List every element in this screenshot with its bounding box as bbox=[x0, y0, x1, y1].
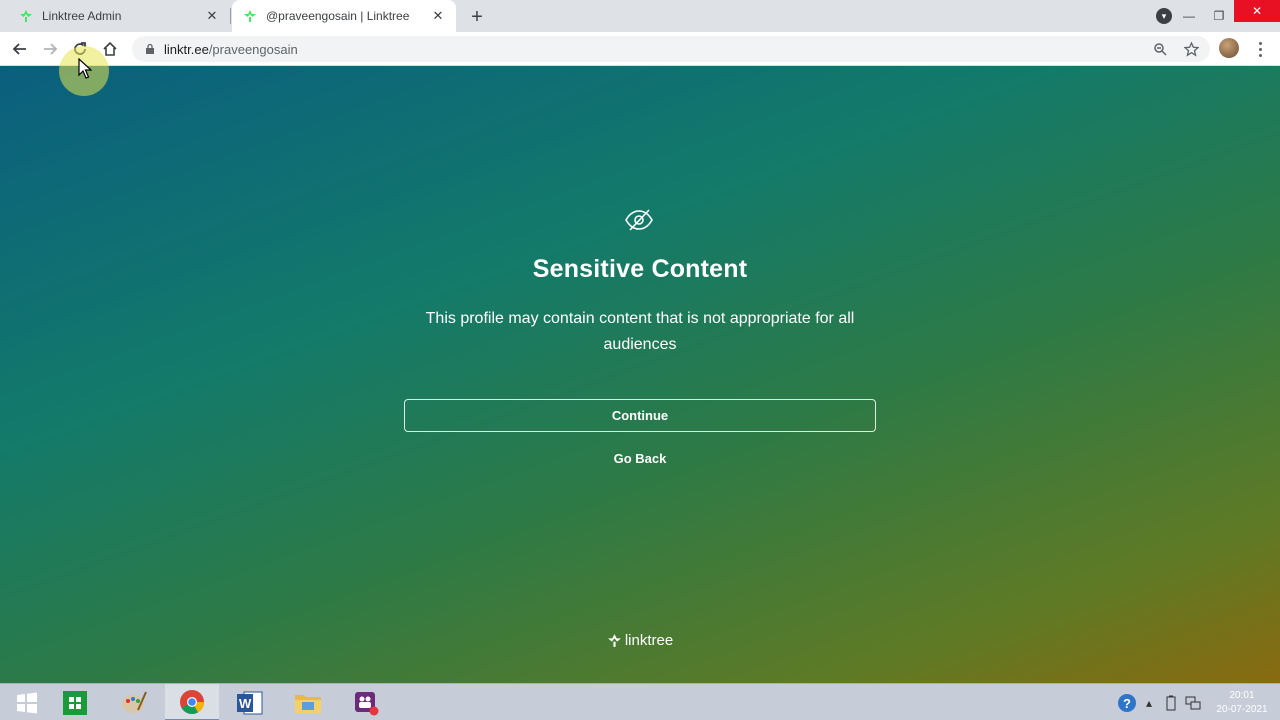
linktree-logo-icon bbox=[607, 634, 621, 647]
mouse-cursor-icon bbox=[78, 58, 92, 79]
back-button[interactable] bbox=[8, 37, 32, 61]
go-back-button[interactable]: Go Back bbox=[580, 448, 700, 468]
close-window-button[interactable]: ✕ bbox=[1234, 0, 1280, 22]
system-tray: ? ▴ 20:01 20-07-2021 bbox=[1116, 684, 1280, 720]
help-icon[interactable]: ? bbox=[1116, 692, 1138, 714]
browser-tab-strip: Linktree Admin ✕ @praveengosain | Linktr… bbox=[0, 0, 1280, 32]
linktree-favicon-icon bbox=[242, 8, 258, 24]
forward-arrow-icon bbox=[44, 43, 58, 55]
brand-text: linktree bbox=[624, 632, 674, 649]
store-icon[interactable] bbox=[48, 684, 102, 720]
tab-search-icon[interactable]: ▾ bbox=[1156, 8, 1172, 24]
minimize-button[interactable]: — bbox=[1174, 0, 1204, 32]
teams-icon[interactable] bbox=[339, 684, 393, 720]
tab-title: Linktree Admin bbox=[42, 9, 122, 23]
back-arrow-icon bbox=[12, 43, 26, 55]
file-explorer-icon[interactable] bbox=[281, 684, 335, 720]
warning-description: This profile may contain content that is… bbox=[425, 310, 855, 353]
paint-icon[interactable] bbox=[107, 684, 161, 720]
clock-time: 20:01 bbox=[1229, 689, 1255, 701]
tab-title: @praveengosain | Linktree bbox=[266, 9, 410, 23]
home-icon bbox=[103, 41, 117, 56]
svg-text:W: W bbox=[239, 696, 252, 711]
show-hidden-icons-icon[interactable]: ▴ bbox=[1138, 692, 1160, 714]
tab-praveengosain[interactable]: @praveengosain | Linktree ✕ bbox=[232, 0, 456, 32]
sensitive-content-page: Sensitive Content This profile may conta… bbox=[0, 66, 1280, 683]
eye-slash-icon bbox=[625, 209, 653, 231]
windows-taskbar: W ? ▴ 20:01 20-07-2021 bbox=[0, 683, 1280, 720]
tab-linktree-admin[interactable]: Linktree Admin ✕ bbox=[8, 0, 230, 32]
svg-text:?: ? bbox=[1123, 696, 1131, 711]
url-host: linktr.ee bbox=[164, 41, 209, 57]
tab-close-icon[interactable]: ✕ bbox=[430, 8, 446, 24]
profile-avatar[interactable] bbox=[1219, 38, 1239, 58]
browser-menu-icon[interactable] bbox=[1252, 39, 1268, 59]
zoom-icon[interactable] bbox=[1150, 39, 1170, 59]
taskbar-clock[interactable]: 20:01 20-07-2021 bbox=[1204, 689, 1280, 717]
bookmark-star-icon[interactable] bbox=[1181, 39, 1201, 59]
windows-start-icon[interactable] bbox=[0, 684, 54, 720]
word-icon[interactable]: W bbox=[223, 684, 277, 720]
url-path: /praveengosain bbox=[208, 41, 298, 57]
linktree-brand[interactable]: linktree bbox=[0, 632, 1280, 649]
window-controls: ▾ — ❐ ✕ bbox=[1156, 0, 1280, 32]
browser-toolbar: linktr.ee/praveengosain bbox=[0, 32, 1280, 66]
forward-button[interactable] bbox=[38, 37, 62, 61]
network-icon[interactable] bbox=[1182, 692, 1204, 714]
continue-button[interactable]: Continue bbox=[404, 399, 876, 432]
address-bar[interactable]: linktr.ee/praveengosain bbox=[132, 36, 1210, 62]
tab-separator bbox=[230, 8, 231, 24]
chrome-icon[interactable] bbox=[165, 684, 219, 720]
clock-date: 20-07-2021 bbox=[1216, 703, 1268, 715]
battery-icon[interactable] bbox=[1160, 692, 1182, 714]
restore-button[interactable]: ❐ bbox=[1204, 0, 1234, 32]
linktree-favicon-icon bbox=[18, 8, 34, 24]
lock-icon bbox=[144, 43, 156, 55]
tab-close-icon[interactable]: ✕ bbox=[204, 8, 220, 24]
new-tab-button[interactable]: + bbox=[466, 6, 488, 28]
page-title: Sensitive Content bbox=[532, 255, 748, 283]
